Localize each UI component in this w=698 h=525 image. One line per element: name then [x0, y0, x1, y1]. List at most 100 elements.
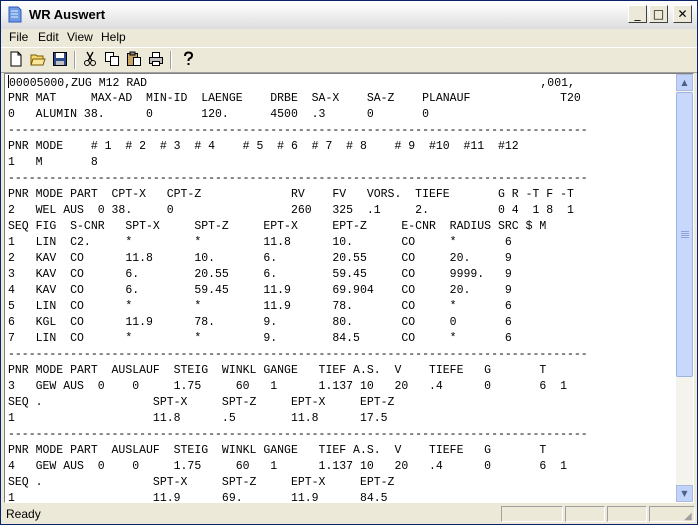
document-line-text: 2 WEL AUS 0 38. 0 260 325 .1 2. 0 4 1 8 …: [8, 204, 574, 217]
maximize-icon: □: [652, 7, 665, 21]
scroll-down-arrow-icon: ▼: [681, 489, 688, 498]
document-line-text: PNR MODE PART CPT-X CPT-Z RV FV VORS. TI…: [8, 188, 574, 201]
scroll-up-arrow-icon: ▲: [681, 78, 688, 87]
minimize-icon: _: [634, 7, 641, 21]
help-button[interactable]: [179, 51, 197, 69]
document-line: 3 GEW AUS 0 0 1.75 60 1 1.137 10 20 .4 0…: [8, 379, 676, 395]
document-line: 2 WEL AUS 0 38. 0 260 325 .1 2. 0 4 1 8 …: [8, 203, 676, 219]
document-line: 0 ALUMIN 38. 0 120. 4500 .3 0 0: [8, 107, 676, 123]
document-line: ----------------------------------------…: [8, 123, 676, 139]
status-panel: [607, 506, 647, 522]
document-view[interactable]: 00005000,ZUG M12 RAD ,001, PNR MAT MAX-AD…: [4, 73, 694, 503]
scroll-down-button[interactable]: ▼: [676, 485, 693, 502]
document-line: 3 KAV CO 6. 20.55 6. 59.45 CO 9999. 9: [8, 267, 676, 283]
thumb-grip: [681, 233, 689, 234]
document-line: 4 KAV CO 6. 59.45 11.9 69.904 CO 20. 9: [8, 283, 676, 299]
document-line: 2 KAV CO 11.8 10. 6. 20.55 CO 20. 9: [8, 251, 676, 267]
document-line: PNR MODE PART AUSLAUF STEIG WINKL GANGE …: [8, 363, 676, 379]
document-line-text: 4 GEW AUS 0 0 1.75 60 1 1.137 10 20 .4 0…: [8, 460, 567, 473]
minimize-button[interactable]: _: [628, 5, 647, 23]
help-question-icon: [184, 51, 194, 65]
document-line-text: PNR MODE PART AUSLAUF STEIG WINKL GANGE …: [8, 444, 547, 457]
document-line-text: SEQ . SPT-X SPT-Z EPT-X EPT-Z: [8, 476, 395, 489]
menu-file[interactable]: File: [7, 30, 30, 44]
status-text: Ready: [6, 507, 41, 521]
document-line-text: ----------------------------------------…: [8, 172, 588, 185]
status-bar: Ready ◢: [1, 504, 697, 524]
new-button[interactable]: [7, 51, 25, 69]
paste-button[interactable]: [125, 51, 143, 69]
scroll-up-button[interactable]: ▲: [676, 74, 693, 91]
window-title: WR Auswert: [29, 7, 106, 22]
maximize-button[interactable]: □: [649, 5, 668, 23]
save-button[interactable]: [51, 51, 69, 69]
document-line: 00005000,ZUG M12 RAD ,001,: [8, 75, 676, 91]
document-line-text: ----------------------------------------…: [8, 348, 588, 361]
close-button[interactable]: ✕: [673, 5, 692, 23]
document-line-text: PNR MAT MAX-AD MIN-ID LAENGE DRBE SA-X S…: [8, 92, 581, 105]
document-line-text: 5 LIN CO * * 11.9 78. CO * 6: [8, 300, 512, 313]
status-panel: [501, 506, 563, 522]
status-panel: [565, 506, 605, 522]
cut-button[interactable]: [81, 51, 99, 69]
document-line: 1 11.9 69. 11.9 84.5: [8, 491, 676, 501]
copy-button[interactable]: [103, 51, 121, 69]
toolbar-separator: [74, 51, 76, 69]
document-line-text: 1 M 8: [8, 156, 98, 169]
menu-view[interactable]: View: [65, 30, 95, 44]
document-line: SEQ FIG S-CNR SPT-X SPT-Z EPT-X EPT-Z E-…: [8, 219, 676, 235]
document-line: SEQ . SPT-X SPT-Z EPT-X EPT-Z: [8, 475, 676, 491]
document-line: 7 LIN CO * * 9. 84.5 CO * 6: [8, 331, 676, 347]
document-line: 4 GEW AUS 0 0 1.75 60 1 1.137 10 20 .4 0…: [8, 459, 676, 475]
document-line-text: ----------------------------------------…: [8, 124, 588, 137]
document-line-text: 4 KAV CO 6. 59.45 11.9 69.904 CO 20. 9: [8, 284, 512, 297]
toolbar: [1, 47, 697, 73]
document-line-text: ----------------------------------------…: [8, 428, 588, 441]
document-line: PNR MAT MAX-AD MIN-ID LAENGE DRBE SA-X S…: [8, 91, 676, 107]
vertical-scrollbar[interactable]: ▲ ▼: [676, 74, 693, 502]
menu-bar: File Edit View Help: [1, 29, 697, 47]
new-file-icon: [10, 51, 22, 67]
print-icon: [149, 52, 163, 66]
document-line: PNR MODE # 1 # 2 # 3 # 4 # 5 # 6 # 7 # 8…: [8, 139, 676, 155]
document-line-text: 00005000,ZUG M12 RAD ,001,: [9, 77, 575, 90]
document-line: PNR MODE PART AUSLAUF STEIG WINKL GANGE …: [8, 443, 676, 459]
menu-edit[interactable]: Edit: [36, 30, 61, 44]
document-line: 1 LIN C2. * * 11.8 10. CO * 6: [8, 235, 676, 251]
scrollbar-thumb[interactable]: [676, 92, 693, 377]
document-text[interactable]: 00005000,ZUG M12 RAD ,001, PNR MAT MAX-AD…: [8, 75, 676, 501]
document-line: 1 11.8 .5 11.8 17.5: [8, 411, 676, 427]
document-line: 5 LIN CO * * 11.9 78. CO * 6: [8, 299, 676, 315]
cut-scissors-icon: [84, 51, 96, 66]
document-line-text: 1 LIN C2. * * 11.8 10. CO * 6: [8, 236, 512, 249]
document-line-text: 2 KAV CO 11.8 10. 6. 20.55 CO 20. 9: [8, 252, 512, 265]
document-line-text: SEQ . SPT-X SPT-Z EPT-X EPT-Z: [8, 396, 395, 409]
document-line-text: 3 GEW AUS 0 0 1.75 60 1 1.137 10 20 .4 0…: [8, 380, 567, 393]
title-bar[interactable]: WR Auswert _ □ ✕: [1, 1, 697, 30]
document-line: ----------------------------------------…: [8, 347, 676, 363]
app-window: WR Auswert _ □ ✕ File Edit View Help 000…: [0, 0, 698, 525]
document-line: ----------------------------------------…: [8, 427, 676, 443]
thumb-grip: [681, 235, 689, 236]
toolbar-separator: [170, 51, 172, 69]
close-icon: ✕: [677, 7, 688, 21]
document-line: 6 KGL CO 11.9 78. 9. 80. CO 0 6: [8, 315, 676, 331]
resize-grip-icon[interactable]: ◢: [684, 511, 696, 523]
document-line-text: 1 11.9 69. 11.9 84.5: [8, 492, 388, 501]
document-line-text: PNR MODE # 1 # 2 # 3 # 4 # 5 # 6 # 7 # 8…: [8, 140, 519, 153]
print-button[interactable]: [147, 51, 165, 69]
open-folder-icon: [30, 54, 46, 66]
paste-icon: [127, 51, 141, 66]
document-line-text: 6 KGL CO 11.9 78. 9. 80. CO 0 6: [8, 316, 512, 329]
document-line: SEQ . SPT-X SPT-Z EPT-X EPT-Z: [8, 395, 676, 411]
document-line: ----------------------------------------…: [8, 171, 676, 187]
document-line-text: SEQ FIG S-CNR SPT-X SPT-Z EPT-X EPT-Z E-…: [8, 220, 547, 233]
save-disk-icon: [53, 52, 67, 66]
document-line: 1 M 8: [8, 155, 676, 171]
thumb-grip: [681, 237, 689, 238]
open-button[interactable]: [29, 51, 47, 69]
document-line-text: 7 LIN CO * * 9. 84.5 CO * 6: [8, 332, 512, 345]
document-line-text: 1 11.8 .5 11.8 17.5: [8, 412, 388, 425]
document-line: PNR MODE PART CPT-X CPT-Z RV FV VORS. TI…: [8, 187, 676, 203]
menu-help[interactable]: Help: [99, 30, 128, 44]
